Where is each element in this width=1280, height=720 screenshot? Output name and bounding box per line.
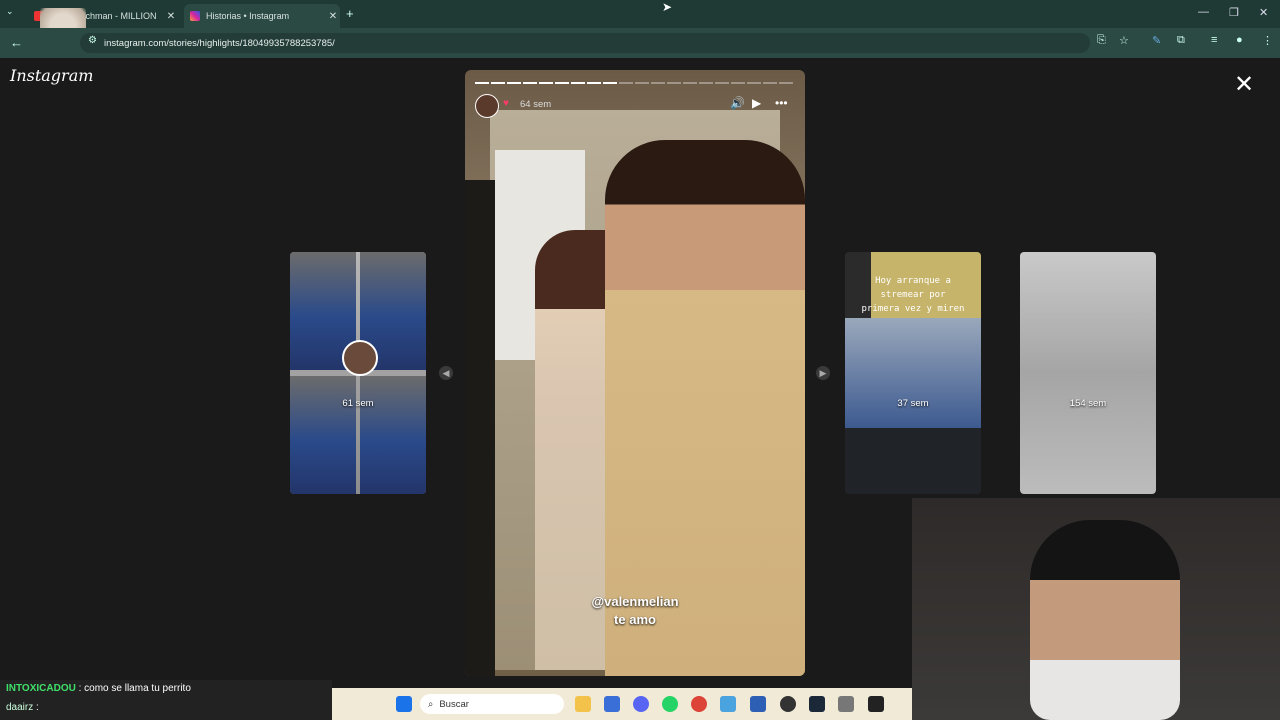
- volume-icon[interactable]: 🔊: [730, 96, 745, 110]
- search-placeholder: Buscar: [439, 698, 469, 710]
- window-close-icon[interactable]: ✕: [1259, 6, 1268, 19]
- profile-avatar-icon[interactable]: ●: [1236, 34, 1243, 46]
- discord-icon[interactable]: [633, 696, 649, 712]
- progress-segment: [747, 82, 761, 84]
- progress-segment: [587, 82, 601, 84]
- chat-text: : como se llama tu perrito: [78, 683, 191, 694]
- bookmark-star-icon[interactable]: ☆: [1119, 34, 1129, 47]
- chat-message: INTOXICADOU : como se llama tu perrito: [6, 683, 191, 697]
- play-icon[interactable]: ▶: [752, 96, 761, 110]
- whatsapp-icon[interactable]: [662, 696, 678, 712]
- minimize-icon[interactable]: —: [1198, 6, 1209, 18]
- webcam-person: [1030, 520, 1180, 720]
- progress-segment: [539, 82, 553, 84]
- story-thumb-photo: [845, 428, 981, 494]
- story-preview-prev[interactable]: 61 sem: [290, 252, 426, 494]
- store-icon[interactable]: [750, 696, 766, 712]
- tab-bar: ⌄ ommy Richman - MILLION ✕ Historias • I…: [0, 0, 1280, 28]
- story-progress-bar: [475, 82, 793, 84]
- more-options-icon[interactable]: •••: [775, 96, 788, 110]
- story-time: 61 sem: [342, 398, 374, 409]
- instagram-logo[interactable]: Instagram: [10, 66, 93, 85]
- obs-icon[interactable]: [780, 696, 796, 712]
- story-thumb-photo: [290, 376, 356, 494]
- story-avatar[interactable]: [475, 94, 499, 118]
- chat-message: daairz :: [6, 702, 39, 716]
- story-note: Hoy arranque a stremear por primera vez …: [861, 276, 965, 314]
- story-preview-next[interactable]: 154 sem: [1020, 252, 1156, 494]
- progress-segment: [683, 82, 697, 84]
- story-time: 37 sem: [897, 398, 929, 409]
- stream-chat: INTOXICADOU : como se llama tu perrito d…: [0, 680, 332, 720]
- story-main[interactable]: ♥ 64 sem 🔊 ▶ ••• @valenmelian te amo: [465, 70, 805, 676]
- install-app-icon[interactable]: ⎘: [1097, 34, 1106, 47]
- close-tab-icon[interactable]: ✕: [326, 11, 340, 22]
- story-time: 154 sem: [1069, 398, 1107, 409]
- taskbar-search[interactable]: ⌕ Buscar: [420, 694, 564, 714]
- menu-dots-icon[interactable]: ⋮: [1262, 34, 1273, 47]
- steam-icon[interactable]: [809, 696, 825, 712]
- translate-extension-icon[interactable]: ✎: [1152, 34, 1161, 47]
- story-preview-next[interactable]: Hoy arranque a stremear por primera vez …: [845, 252, 981, 494]
- restore-icon[interactable]: ❐: [1229, 6, 1239, 19]
- media-controls-icon[interactable]: ≡: [1211, 34, 1217, 46]
- progress-segment: [715, 82, 729, 84]
- progress-segment: [507, 82, 521, 84]
- settings-icon[interactable]: [838, 696, 854, 712]
- site-info-icon[interactable]: ⚙: [88, 35, 97, 46]
- story-mention[interactable]: @valenmelian: [465, 594, 805, 609]
- app-icon[interactable]: [720, 696, 736, 712]
- file-explorer-icon[interactable]: [575, 696, 591, 712]
- progress-segment: [763, 82, 777, 84]
- chat-text: :: [36, 702, 39, 713]
- search-icon: ⌕: [428, 698, 434, 710]
- progress-segment: [651, 82, 665, 84]
- new-tab-button[interactable]: +: [346, 6, 354, 21]
- story-thumb-photo: [845, 318, 981, 428]
- chat-username: daairz: [6, 702, 34, 713]
- progress-segment: [699, 82, 713, 84]
- extensions-icon[interactable]: ⧉: [1177, 34, 1185, 47]
- windows-taskbar: [332, 688, 912, 720]
- progress-segment: [667, 82, 681, 84]
- instagram-icon: [190, 11, 200, 21]
- back-icon[interactable]: ←: [10, 35, 23, 50]
- progress-segment: [523, 82, 537, 84]
- tab-title: Historias • Instagram: [206, 11, 290, 21]
- story-caption: te amo: [614, 612, 656, 627]
- chat-username: INTOXICADOU: [6, 683, 76, 694]
- notepad-icon[interactable]: [604, 696, 620, 712]
- heart-icon: ♥: [503, 98, 509, 109]
- close-tab-icon[interactable]: ✕: [164, 11, 178, 22]
- progress-segment: [779, 82, 793, 84]
- next-story-icon[interactable]: ▶: [816, 366, 830, 380]
- tab-search-icon[interactable]: ⌄: [6, 6, 14, 17]
- prev-story-icon[interactable]: ◀: [439, 366, 453, 380]
- progress-segment: [619, 82, 633, 84]
- story-time: 64 sem: [520, 99, 552, 110]
- address-bar: ← instagram.com/stories/highlights/18049…: [0, 28, 1280, 58]
- progress-segment: [555, 82, 569, 84]
- progress-segment: [571, 82, 585, 84]
- app-icon[interactable]: [868, 696, 884, 712]
- tab-instagram[interactable]: Historias • Instagram ✕: [184, 4, 340, 28]
- progress-segment: [475, 82, 489, 84]
- progress-segment: [731, 82, 745, 84]
- avatar: [342, 340, 378, 376]
- progress-segment: [491, 82, 505, 84]
- windows-start-icon[interactable]: [396, 696, 412, 712]
- progress-segment: [603, 82, 617, 84]
- progress-segment: [635, 82, 649, 84]
- chrome-icon[interactable]: [691, 696, 707, 712]
- story-thumb-photo: [360, 376, 426, 494]
- url-field[interactable]: instagram.com/stories/highlights/1804993…: [80, 33, 1090, 53]
- mouse-cursor-icon: ➤: [662, 0, 673, 14]
- close-stories-icon[interactable]: ✕: [1234, 70, 1254, 99]
